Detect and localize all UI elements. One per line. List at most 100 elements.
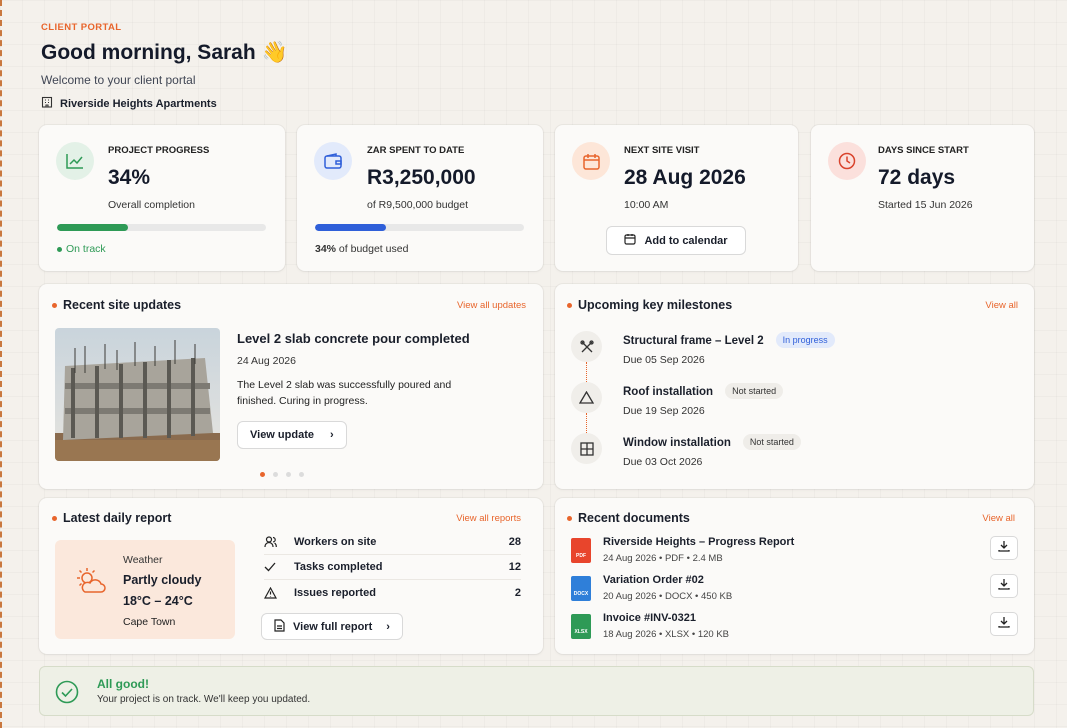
greeting-title: Good morning, Sarah 👋	[41, 41, 288, 64]
banner-message: Your project is on track. We'll keep you…	[97, 694, 311, 705]
document-item[interactable]: PDF Riverside Heights – Progress Report …	[571, 536, 1018, 574]
documents-heading: Recent documents	[567, 511, 690, 525]
all-good-banner: All good! Your project is on track. We'l…	[39, 666, 1034, 716]
status-on-track: On track	[57, 243, 106, 255]
update-body-line: finished. Curing in progress.	[237, 395, 368, 407]
download-icon	[998, 615, 1010, 633]
milestone-title: Roof installation	[623, 386, 714, 398]
document-meta: 24 Aug 2026 • PDF • 2.4 MB	[603, 553, 723, 564]
milestone-due: Due 05 Sep 2026	[623, 354, 705, 366]
view-all-milestones-link[interactable]: View all	[985, 300, 1018, 311]
report-row-label: Tasks completed	[294, 561, 383, 573]
status-dot-icon	[57, 246, 62, 252]
document-item[interactable]: XLSX Invoice #INV-0321 18 Aug 2026 • XLS…	[571, 612, 1018, 650]
welcome-text: Welcome to your client portal	[41, 73, 196, 87]
milestone-title: Window installation	[623, 437, 731, 449]
view-update-button[interactable]: View update ›	[237, 421, 347, 449]
project-label: Riverside Heights Apartments	[41, 96, 217, 111]
spent-label: ZAR SPENT TO DATE	[367, 145, 465, 156]
site-updates-heading: Recent site updates	[52, 298, 181, 312]
download-button[interactable]	[990, 536, 1018, 560]
document-item[interactable]: DOCX Variation Order #02 20 Aug 2026 • D…	[571, 574, 1018, 612]
view-full-report-button[interactable]: View full report ›	[261, 613, 403, 640]
report-row: Tasks completed 12	[264, 555, 521, 580]
milestone-due: Due 19 Sep 2026	[623, 405, 705, 417]
chevron-right-icon: ›	[386, 620, 390, 633]
weather-label: Weather	[123, 554, 163, 566]
view-all-documents-link[interactable]: View all	[982, 513, 1015, 524]
days-value: 72 days	[878, 166, 956, 189]
report-row-label: Issues reported	[294, 586, 376, 599]
daily-report-card: Latest daily report View all reports Wea…	[39, 498, 543, 654]
site-updates-card: Recent site updates View all updates Lev…	[39, 284, 543, 489]
documents-card: Recent documents View all PDF Riverside …	[555, 498, 1034, 654]
heading-dot-icon	[567, 302, 572, 308]
milestone-title: Structural frame – Level 2	[623, 335, 764, 347]
download-button[interactable]	[990, 612, 1018, 636]
budget-used: 34% of budget used	[315, 243, 408, 255]
check-circle-icon	[55, 680, 79, 709]
heading-dot-icon	[52, 515, 57, 521]
spent-sub: of R9,500,000 budget	[367, 199, 469, 211]
report-row-value: 28	[508, 536, 521, 548]
carousel-dots	[260, 472, 304, 477]
xlsx-file-icon: XLSX	[571, 614, 591, 639]
milestone-status-badge: Not started	[742, 434, 801, 450]
weather-desc: Partly cloudy	[123, 573, 202, 587]
heading-dot-icon	[567, 515, 572, 521]
report-row: Workers on site 28	[264, 530, 521, 555]
add-to-calendar-button[interactable]: Add to calendar	[606, 226, 746, 255]
weather-city: Cape Town	[123, 616, 176, 628]
report-row: Issues reported 2	[264, 580, 521, 605]
weather-temp: 18°C – 24°C	[123, 594, 193, 608]
carousel-dot[interactable]	[299, 472, 304, 477]
visit-label: NEXT SITE VISIT	[624, 145, 700, 156]
portal-eyebrow: CLIENT PORTAL	[41, 22, 122, 33]
calendar-small-icon	[624, 233, 637, 248]
calendar-icon	[572, 142, 610, 180]
carousel-dot[interactable]	[286, 472, 291, 477]
milestones-heading: Upcoming key milestones	[567, 298, 732, 312]
daily-report-heading: Latest daily report	[52, 511, 171, 525]
download-button[interactable]	[990, 574, 1018, 598]
download-icon	[998, 539, 1010, 557]
update-body: The Level 2 slab was successfully poured…	[237, 377, 451, 409]
milestone-status-badge: Not started	[725, 383, 784, 399]
budget-pct: 34%	[315, 243, 337, 255]
partly-cloudy-icon	[73, 566, 107, 603]
carousel-dot[interactable]	[260, 472, 265, 477]
days-label: DAYS SINCE START	[878, 145, 969, 156]
visit-card: NEXT SITE VISIT 28 Aug 2026 10:00 AM Add…	[555, 125, 798, 271]
milestones-title: Upcoming key milestones	[578, 298, 733, 312]
pdf-file-icon: PDF	[571, 538, 591, 563]
document-title: Invoice #INV-0321	[603, 612, 696, 624]
milestone-item[interactable]: Roof installation Not started Due 19 Sep …	[623, 383, 784, 417]
progress-card: PROJECT PROGRESS 34% Overall completion …	[39, 125, 285, 271]
milestones-card: Upcoming key milestones View all Structu…	[555, 284, 1034, 489]
progress-sub: Overall completion	[108, 199, 195, 211]
window-icon	[571, 433, 602, 464]
view-update-label: View update	[250, 429, 314, 441]
progress-value: 34%	[108, 166, 151, 189]
document-title: Variation Order #02	[603, 574, 704, 586]
view-all-updates-link[interactable]: View all updates	[457, 300, 526, 311]
milestone-status-badge: In progress	[775, 332, 835, 348]
days-sub: Started 15 Jun 2026	[878, 199, 973, 211]
document-icon	[274, 618, 285, 635]
milestone-item[interactable]: Structural frame – Level 2 In progress Du…	[623, 332, 835, 366]
heading-dot-icon	[52, 302, 57, 308]
status-text: On track	[66, 243, 106, 255]
spent-card: ZAR SPENT TO DATE R3,250,000 of R9,500,0…	[297, 125, 543, 271]
update-date: 24 Aug 2026	[237, 355, 296, 367]
docx-file-icon: DOCX	[571, 576, 591, 601]
milestone-due: Due 03 Oct 2026	[623, 456, 703, 468]
view-all-reports-link[interactable]: View all reports	[456, 513, 521, 524]
milestone-item[interactable]: Window installation Not started Due 03 Oc…	[623, 434, 801, 468]
progress-label: PROJECT PROGRESS	[108, 145, 210, 156]
budget-suffix: of budget used	[336, 243, 409, 255]
carousel-dot[interactable]	[273, 472, 278, 477]
document-title: Riverside Heights – Progress Report	[603, 536, 795, 548]
document-meta: 20 Aug 2026 • DOCX • 450 KB	[603, 591, 733, 602]
warning-icon	[264, 586, 294, 599]
check-icon	[264, 562, 294, 572]
